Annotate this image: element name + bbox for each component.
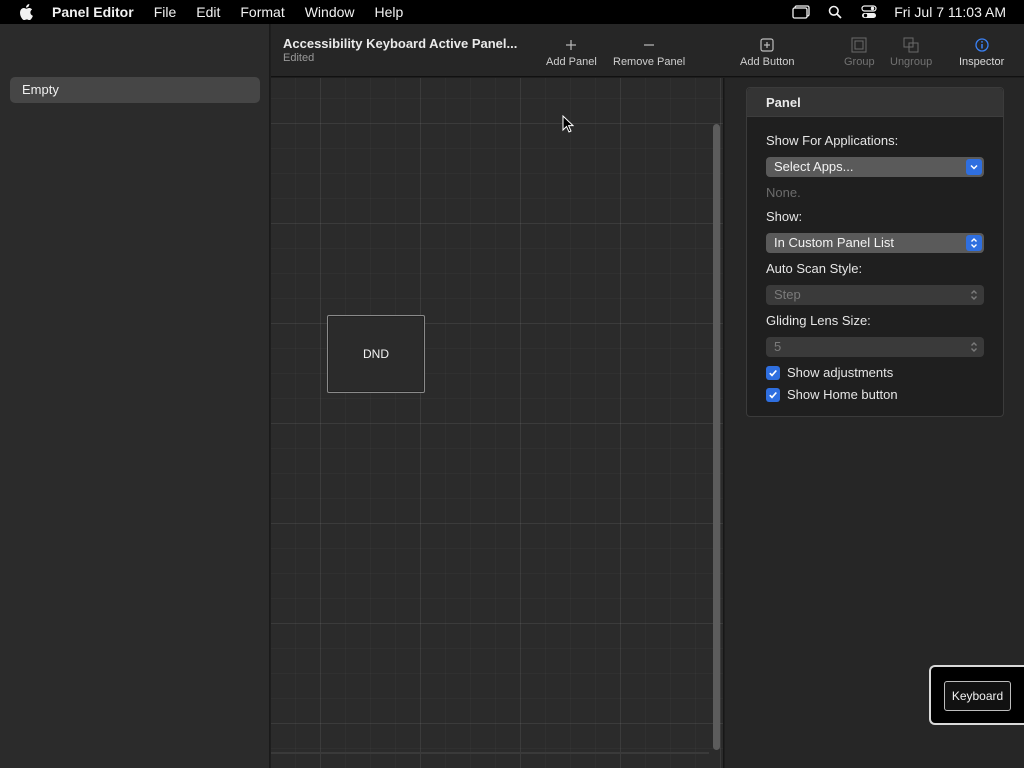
menu-window[interactable]: Window (295, 0, 365, 24)
show-home-button-label: Show Home button (787, 387, 898, 402)
group-icon (851, 34, 867, 56)
chevron-down-icon (966, 159, 982, 175)
show-for-applications-label: Show For Applications: (766, 133, 899, 148)
add-panel-label: Add Panel (546, 56, 597, 68)
up-down-chevron-icon (966, 339, 982, 355)
inspector-panel: Panel Show For Applications: Select Apps… (746, 87, 1004, 417)
show-adjustments-label: Show adjustments (787, 365, 894, 380)
auto-scan-style-value: Step (774, 287, 801, 302)
menu-format[interactable]: Format (230, 0, 294, 24)
apps-none-note: None. (766, 185, 801, 200)
mouse-pointer-icon (562, 114, 575, 138)
add-button-button[interactable]: Add Button (740, 34, 794, 68)
add-button-label: Add Button (740, 56, 795, 68)
sidebar-item-empty[interactable]: Empty (10, 77, 260, 103)
add-button-icon (760, 34, 774, 56)
inspector-label: Inspector (959, 56, 1005, 68)
canvas-vertical-scrollbar[interactable] (713, 124, 720, 750)
ungroup-label: Ungroup (890, 56, 933, 68)
ungroup-icon (903, 34, 919, 56)
show-value: In Custom Panel List (774, 235, 894, 250)
group-label: Group (844, 56, 875, 68)
auto-scan-style-label: Auto Scan Style: (766, 261, 863, 276)
toolbar: Accessibility Keyboard Active Panel... E… (271, 24, 1024, 77)
up-down-chevron-icon (966, 287, 982, 303)
menu-file[interactable]: File (144, 0, 187, 24)
window-switcher-icon[interactable] (784, 0, 818, 24)
inspector-header: Panel (747, 88, 1003, 117)
canvas-horizontal-scrollbar[interactable] (271, 752, 709, 754)
auto-scan-style-popup[interactable]: Step (766, 285, 984, 305)
remove-panel-label: Remove Panel (613, 56, 686, 68)
accessibility-keyboard-window: Keyboard (929, 665, 1024, 725)
menu-bar: Panel Editor File Edit Format Window Hel… (0, 0, 1024, 24)
document-subtitle: Edited (283, 52, 315, 64)
checkmark-icon (766, 387, 780, 402)
show-home-button-checkbox[interactable]: Show Home button (766, 387, 898, 402)
menu-app-name[interactable]: Panel Editor (52, 0, 144, 24)
gliding-lens-size-label: Gliding Lens Size: (766, 313, 871, 328)
checkmark-icon (766, 365, 780, 380)
panel-canvas[interactable]: DND (271, 78, 724, 768)
ungroup-button[interactable]: Ungroup (890, 34, 932, 68)
dnd-panel-button[interactable]: DND (327, 315, 425, 393)
up-down-chevron-icon (966, 235, 982, 251)
show-label: Show: (766, 209, 803, 224)
show-adjustments-checkbox[interactable]: Show adjustments (766, 365, 893, 380)
select-apps-value: Select Apps... (774, 159, 854, 174)
control-center-icon[interactable] (852, 0, 886, 24)
document-title: Accessibility Keyboard Active Panel... (283, 36, 518, 51)
remove-panel-button[interactable]: Remove Panel (613, 34, 685, 68)
minus-icon (643, 34, 655, 56)
sidebar: Empty (0, 24, 270, 768)
inspector-button[interactable]: Inspector (959, 34, 1004, 68)
info-icon (974, 34, 989, 56)
group-button[interactable]: Group (844, 34, 875, 68)
keyboard-button[interactable]: Keyboard (944, 681, 1011, 711)
select-apps-popup[interactable]: Select Apps... (766, 157, 984, 177)
gliding-lens-size-popup[interactable]: 5 (766, 337, 984, 357)
gliding-lens-size-value: 5 (774, 339, 782, 354)
menu-clock[interactable]: Fri Jul 7 11:03 AM (886, 4, 1024, 20)
plus-icon (565, 34, 577, 56)
menu-help[interactable]: Help (365, 0, 414, 24)
show-popup[interactable]: In Custom Panel List (766, 233, 984, 253)
add-panel-button[interactable]: Add Panel (546, 34, 597, 68)
menu-edit[interactable]: Edit (186, 0, 230, 24)
search-icon[interactable] (818, 0, 852, 24)
apple-logo-icon[interactable] (0, 4, 52, 20)
